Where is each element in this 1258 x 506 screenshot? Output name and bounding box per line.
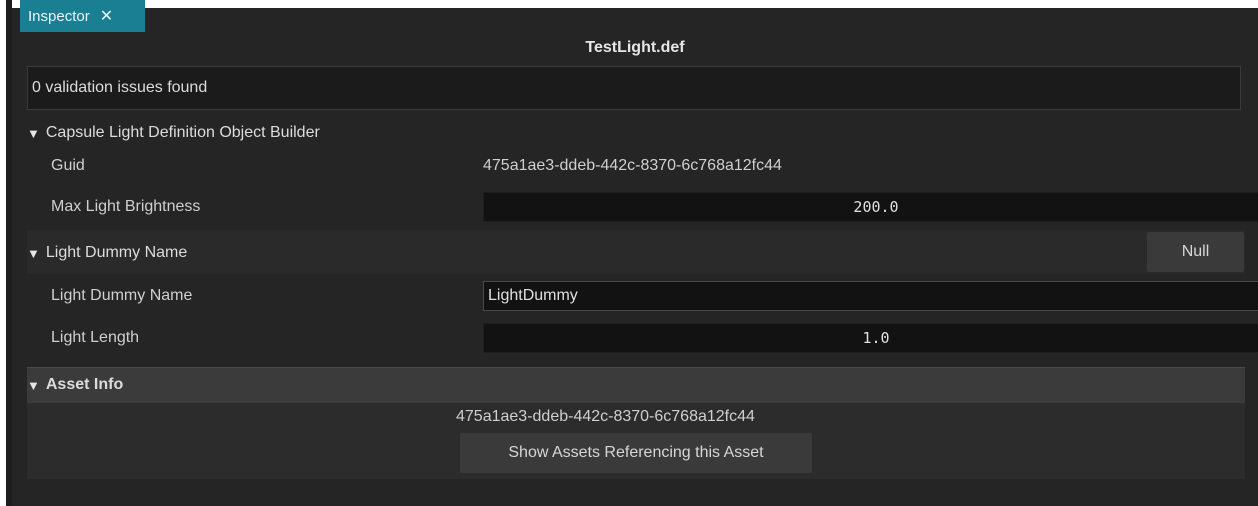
light-dummy-section-label: Light Dummy Name [45,244,188,261]
light-length-field[interactable]: 1.0 [483,323,1258,353]
light-dummy-header-bg [27,230,1245,274]
guid-label: Guid [51,157,85,174]
close-icon[interactable]: ✕ [100,6,113,26]
light-dummy-name-row: Light Dummy Name LightDummy [27,278,1258,314]
tab-label: Inspector [28,7,90,25]
light-length-label: Light Length [51,329,140,346]
light-length-row: Light Length 1.0 [27,320,1258,356]
tab-inspector[interactable]: Inspector ✕ [20,0,145,32]
top-strip [12,0,1258,8]
capsule-section-header[interactable]: ▼ Capsule Light Definition Object Builde… [27,120,320,146]
max-brightness-row: Max Light Brightness 200.0 [27,189,1258,225]
asset-info-header-bg [27,367,1245,403]
page-title: TestLight.def [585,39,685,56]
light-dummy-section-header[interactable]: ▼ Light Dummy Name [27,240,187,266]
triangle-down-icon: ▼ [27,377,40,393]
max-brightness-label: Max Light Brightness [51,198,201,215]
triangle-down-icon: ▼ [27,125,40,141]
light-dummy-name-label: Light Dummy Name [51,287,193,304]
null-button[interactable]: Null [1147,232,1244,272]
guid-row: Guid 475a1ae3-ddeb-442c-8370-6c768a12fc4… [27,148,1245,184]
asset-guid: 475a1ae3-ddeb-442c-8370-6c768a12fc44 [456,408,755,425]
show-referencing-assets-button[interactable]: Show Assets Referencing this Asset [460,433,812,473]
triangle-down-icon: ▼ [27,245,40,261]
asset-info-label: Asset Info [45,376,124,393]
asset-info-header[interactable]: ▼ Asset Info [27,372,123,398]
capsule-section-label: Capsule Light Definition Object Builder [45,124,320,141]
light-dummy-name-input[interactable]: LightDummy [483,281,1258,311]
validation-status: 0 validation issues found [27,66,1241,110]
guid-value: 475a1ae3-ddeb-442c-8370-6c768a12fc44 [483,157,782,174]
max-brightness-field[interactable]: 200.0 [483,192,1258,222]
inspector-window: Inspector ✕ TestLight.def 0 validation i… [0,0,1258,506]
